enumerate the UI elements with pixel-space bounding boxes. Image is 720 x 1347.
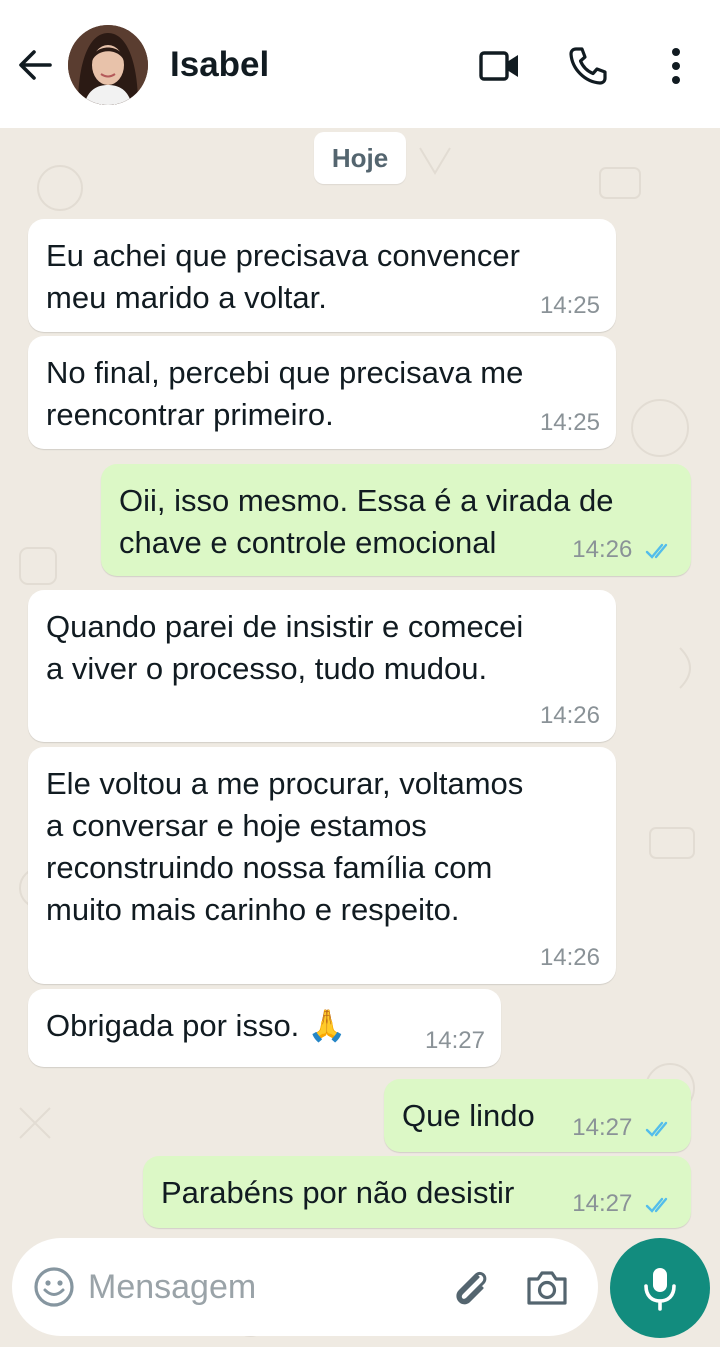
message-input[interactable] bbox=[88, 1258, 428, 1316]
message-text: Ele voltou a me procurar, voltamos a con… bbox=[46, 766, 524, 927]
message-time: 14:25 bbox=[539, 292, 600, 319]
message-bubble-incoming[interactable]: No final, percebi que precisava me reenc… bbox=[28, 336, 616, 449]
read-ticks-icon bbox=[645, 1197, 668, 1213]
arrow-left-icon bbox=[19, 50, 52, 80]
avatar[interactable] bbox=[68, 25, 148, 105]
message-bubble-outgoing[interactable]: Oii, isso mesmo. Essa é a virada de chav… bbox=[101, 464, 691, 576]
message-time: 14:25 bbox=[539, 409, 600, 436]
video-call-button[interactable] bbox=[478, 44, 522, 88]
microphone-icon bbox=[644, 1268, 676, 1311]
contact-name[interactable]: Isabel bbox=[170, 44, 269, 86]
message-text: Quando parei de insistir e comecei a viv… bbox=[46, 609, 524, 686]
video-camera-icon bbox=[479, 51, 518, 81]
emoji-button[interactable] bbox=[32, 1265, 76, 1309]
phone-icon bbox=[569, 47, 607, 85]
read-ticks-icon bbox=[645, 543, 668, 559]
message-time: 14:26 bbox=[539, 944, 600, 971]
attach-button[interactable] bbox=[448, 1265, 494, 1311]
back-button[interactable] bbox=[14, 44, 56, 86]
message-time: 14:27 bbox=[424, 1027, 485, 1054]
voice-call-button[interactable] bbox=[566, 44, 610, 88]
message-composer bbox=[12, 1238, 598, 1336]
paperclip-icon bbox=[456, 1271, 487, 1305]
chat-header: Isabel bbox=[0, 0, 720, 128]
message-text: Eu achei que precisava convencer meu mar… bbox=[46, 238, 520, 315]
message-bubble-incoming[interactable]: Quando parei de insistir e comecei a viv… bbox=[28, 590, 616, 742]
date-chip: Hoje bbox=[314, 132, 406, 184]
message-time: 14:27 bbox=[572, 1190, 677, 1218]
message-time-label: 14:27 bbox=[572, 1190, 633, 1217]
message-bubble-outgoing[interactable]: Parabéns por não desistir 14:27 bbox=[143, 1156, 691, 1228]
message-bubble-incoming[interactable]: Eu achei que precisava convencer meu mar… bbox=[28, 219, 616, 332]
message-time-label: 14:26 bbox=[572, 536, 633, 563]
message-time-label: 14:27 bbox=[572, 1114, 633, 1141]
emoji-icon bbox=[34, 1267, 74, 1307]
message-bubble-incoming[interactable]: Obrigada por isso. 🙏 14:27 bbox=[28, 989, 501, 1067]
chat-area[interactable]: Hoje Eu achei que precisava convencer me… bbox=[0, 128, 720, 1347]
message-text: Obrigada por isso. 🙏 bbox=[46, 1008, 347, 1043]
more-options-button[interactable] bbox=[654, 44, 698, 88]
message-time: 14:26 bbox=[539, 702, 600, 729]
message-bubble-incoming[interactable]: Ele voltou a me procurar, voltamos a con… bbox=[28, 747, 616, 984]
microphone-button[interactable] bbox=[610, 1238, 710, 1338]
read-ticks-icon bbox=[645, 1121, 668, 1137]
more-vertical-icon bbox=[672, 48, 680, 84]
message-time: 14:27 bbox=[572, 1114, 677, 1142]
message-time: 14:26 bbox=[572, 536, 677, 564]
message-bubble-outgoing[interactable]: Que lindo 14:27 bbox=[384, 1079, 691, 1152]
contact-photo bbox=[68, 25, 148, 105]
camera-icon bbox=[527, 1271, 567, 1305]
message-text: No final, percebi que precisava me reenc… bbox=[46, 355, 524, 432]
camera-button[interactable] bbox=[524, 1265, 570, 1311]
